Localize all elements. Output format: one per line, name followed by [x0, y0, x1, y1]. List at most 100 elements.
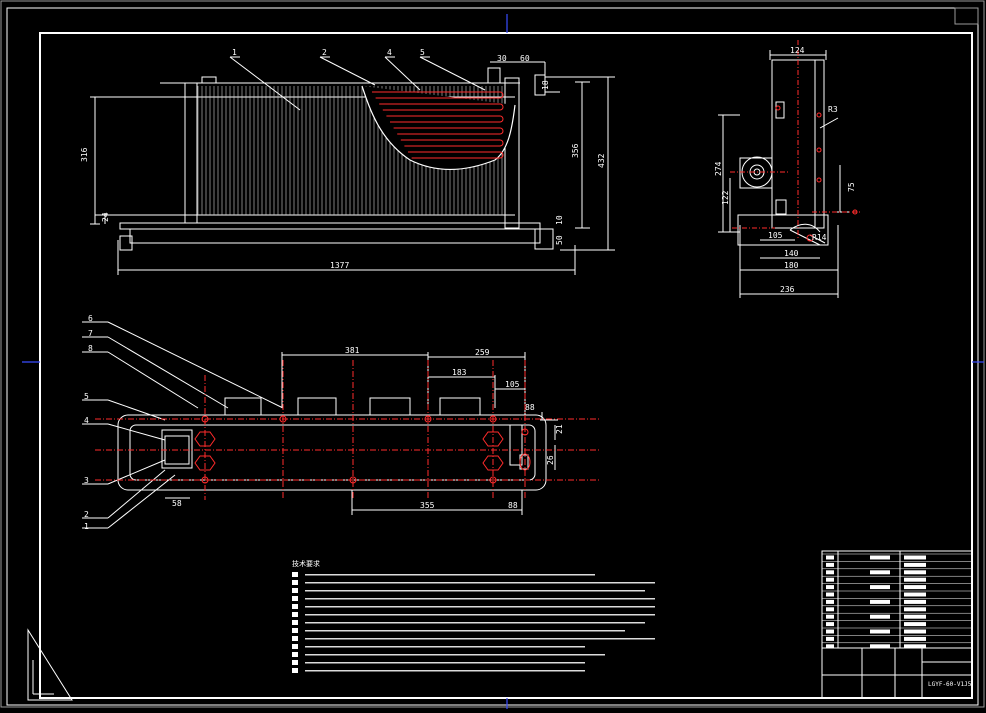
note-text-line	[305, 590, 645, 592]
note-text-line	[305, 574, 595, 576]
side-dim-right-a: R3	[828, 105, 838, 114]
front-dim-small: 24	[101, 212, 110, 222]
notes-text-lines	[292, 572, 655, 673]
title-row-no	[826, 555, 834, 560]
front-view-dimension-text: 316 24 356 432 1377 30 60 18 50 10 1 2 4…	[80, 48, 606, 270]
corner-tab	[954, 7, 979, 25]
front-callout-5: 5	[420, 48, 425, 57]
title-row-label	[870, 629, 890, 634]
title-row-spec	[904, 570, 926, 575]
note-text-line	[305, 614, 655, 616]
note-bullet	[292, 580, 298, 585]
title-row-no	[826, 644, 834, 649]
side-dim-bottom-r: R14	[812, 233, 827, 242]
front-dim-bottom: 1377	[330, 261, 349, 270]
note-text-line	[305, 630, 625, 632]
plan-dim-bottom-c: 88	[508, 501, 518, 510]
title-row-no	[826, 577, 834, 582]
front-dim-top-a: 30	[497, 54, 507, 63]
plan-callout-1: 1	[84, 522, 89, 531]
title-row-label	[870, 599, 890, 604]
drawing-number: LGYF-60-V1J5	[928, 681, 972, 688]
note-bullet	[292, 604, 298, 609]
front-callout-4: 4	[387, 48, 392, 57]
note-bullet	[292, 660, 298, 665]
title-row-label	[870, 585, 890, 590]
title-row-spec	[904, 614, 926, 619]
title-row-no	[826, 629, 834, 634]
title-row-spec	[904, 562, 926, 567]
side-dim-bottom-b: 140	[784, 249, 799, 258]
plan-dim-top-b: 259	[475, 348, 490, 357]
note-bullet	[292, 628, 298, 633]
note-bullet	[292, 596, 298, 601]
plan-callout-8: 8	[88, 344, 93, 353]
ucs-icon	[27, 628, 73, 701]
title-row-spec	[904, 622, 926, 627]
plan-dim-right-c: 26	[546, 455, 555, 465]
title-row-spec	[904, 585, 926, 590]
note-text-line	[305, 638, 655, 640]
front-dim-top-b: 60	[520, 54, 530, 63]
side-view-red-holes	[775, 105, 858, 242]
note-text-line	[305, 646, 585, 648]
title-block	[821, 550, 973, 699]
front-dim-foot-a: 50	[555, 235, 564, 245]
plan-callout-4: 4	[84, 416, 89, 425]
title-row-no	[826, 585, 834, 590]
front-dim-top-c: 18	[541, 80, 550, 90]
cad-drawing-canvas[interactable]: 316 24 356 432 1377 30 60 18 50 10 1 2 4…	[0, 0, 986, 709]
side-dim-right-b: 75	[847, 182, 856, 192]
note-text-line	[305, 598, 655, 600]
side-dim-bottom-a: 105	[768, 231, 783, 240]
front-dim-right: 432	[597, 153, 606, 168]
note-bullet	[292, 612, 298, 617]
front-dim-foot-b: 10	[555, 215, 564, 225]
title-row-spec	[904, 636, 926, 641]
notes-heading: 技术要求	[292, 559, 320, 568]
technical-requirements: 技术要求	[292, 559, 655, 673]
title-row-no	[826, 570, 834, 575]
note-bullet	[292, 636, 298, 641]
side-dim-bottom-c: 180	[784, 261, 799, 270]
side-dim-left-b: 122	[721, 190, 730, 205]
front-callout-1: 1	[232, 48, 237, 57]
plan-dim-top-d: 105	[505, 380, 520, 389]
cad-drawing: 316 24 356 432 1377 30 60 18 50 10 1 2 4…	[0, 0, 985, 709]
note-text-line	[305, 670, 585, 672]
title-row-spec	[904, 577, 926, 582]
title-row-no	[826, 562, 834, 567]
front-dim-left: 316	[80, 147, 89, 162]
note-text-line	[305, 582, 655, 584]
title-row-spec	[904, 629, 926, 634]
title-row-spec	[904, 599, 926, 604]
plan-view-dimension-text: 381 259 183 105 88 2 1 26 355 58 88 6 7 8…	[84, 314, 564, 531]
plan-callout-2: 2	[84, 510, 89, 519]
plan-dim-bottom-a: 355	[420, 501, 435, 510]
title-row-spec	[904, 644, 926, 649]
plan-dim-bottom-b: 58	[172, 499, 182, 508]
plan-dim-right-a: 88	[525, 403, 535, 412]
plan-callout-6: 6	[88, 314, 93, 323]
note-bullet	[292, 668, 298, 673]
title-row-label	[870, 570, 890, 575]
plan-callout-7: 7	[88, 329, 93, 338]
front-dim-mid: 356	[571, 143, 580, 158]
note-bullet	[292, 572, 298, 577]
note-bullet	[292, 620, 298, 625]
title-block-rows	[822, 553, 972, 649]
note-text-line	[305, 606, 655, 608]
title-row-no	[826, 622, 834, 627]
title-row-spec	[904, 592, 926, 597]
plan-dim-top-a: 381	[345, 346, 360, 355]
title-row-no	[826, 607, 834, 612]
title-row-no	[826, 636, 834, 641]
title-row-label	[870, 644, 890, 649]
plan-callout-5: 5	[84, 392, 89, 401]
side-dim-bottom-d: 236	[780, 285, 795, 294]
title-row-no	[826, 614, 834, 619]
front-callout-2: 2	[322, 48, 327, 57]
side-dim-left-a: 274	[714, 161, 723, 176]
side-dim-top: 124	[790, 46, 805, 55]
plan-dim-top-c: 183	[452, 368, 467, 377]
